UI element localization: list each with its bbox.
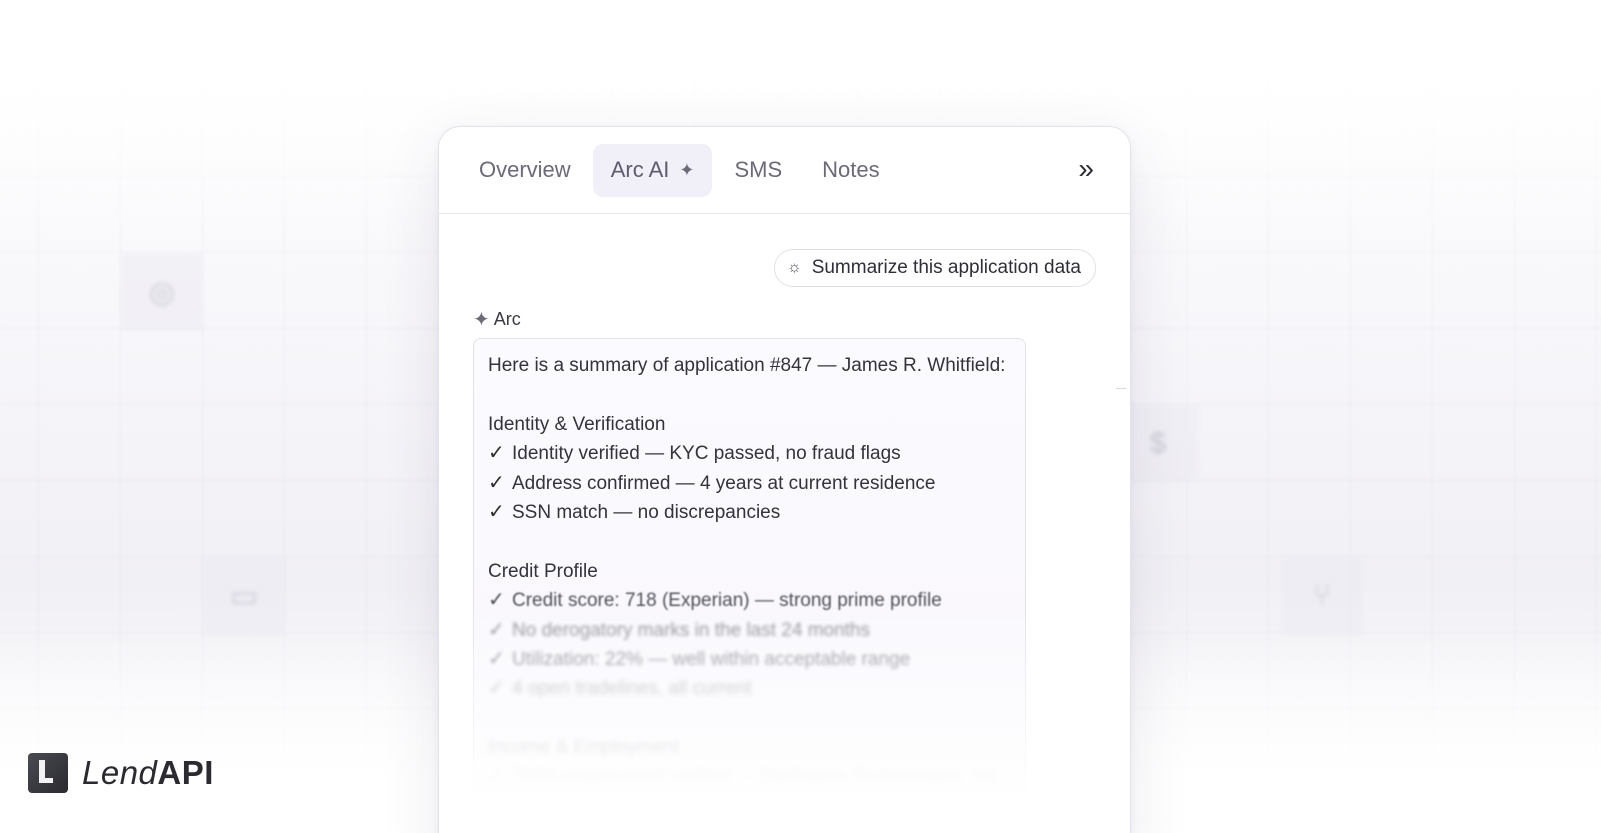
lightbulb-icon: ☼ [787,259,802,276]
list-item: ✓ Utilization: 22% — well within acceptab… [488,645,1011,674]
application-panel: Overview Arc AI ✦ SMS Notes » ☼ Summariz… [438,126,1131,833]
globe-icon: ◎ [122,254,202,330]
card-icon: ▭ [204,558,284,634]
section-heading: Identity & Verification [488,413,666,435]
list-item-text: Credit score: 718 (Experian) — strong pr… [512,590,942,612]
sparkle-icon: ✦ [679,159,695,180]
lendapi-logo: LendAPI [28,753,214,793]
assistant-name: Arc [493,309,521,329]
expand-panel-icon[interactable]: » [1078,155,1094,183]
check-icon: ✓ [488,442,505,465]
logo-mark-icon [28,753,68,793]
list-item: ✓ Identity verified — KYC passed, no frau… [488,439,1011,468]
tab-label: Notes [822,157,880,182]
logo-wordmark: LendAPI [82,754,214,792]
tab-label: SMS [734,157,783,182]
scroll-marker [1116,388,1126,389]
list-item: ✓ 4 open tradelines, all current [488,674,1011,703]
list-item-text: Utilization: 22% — well within acceptabl… [512,649,911,671]
list-item: ✓ TWN employment verified — Darlington Te… [488,763,1011,792]
section-heading: Income & Employment [488,737,680,759]
check-icon: ✓ [488,677,505,700]
prompt-chip-label: Summarize this application data [811,257,1081,278]
check-icon: ✓ [488,765,505,788]
assistant-message: Here is a summary of application #847 — … [473,338,1026,833]
check-icon: ✓ [488,648,505,671]
logo-text-api: API [157,754,214,791]
branch-icon: ⑂ [1282,558,1362,634]
check-icon: ✓ [488,471,505,494]
tab-label: Overview [479,157,571,182]
tab-notes[interactable]: Notes [804,144,897,197]
summarize-prompt-chip[interactable]: ☼ Summarize this application data [774,249,1096,287]
check-icon: ✓ [488,618,505,641]
list-item-text: No derogatory marks in the last 24 month… [512,619,871,641]
list-item-text: TWN employment verified — Darlington Tec… [512,766,1004,788]
list-item-text: SSN match — no discrepancies [512,502,781,524]
tab-arc-ai[interactable]: Arc AI ✦ [592,143,713,197]
assistant-author: ✦ Arc [473,307,521,332]
tab-bar: Overview Arc AI ✦ SMS Notes » [439,127,1130,214]
logo-text-lend: Lend [82,754,158,791]
section-heading: Credit Profile [488,560,598,582]
message-intro: Here is a summary of application #847 — … [488,355,1006,376]
list-item: ✓ No derogatory marks in the last 24 mont… [488,616,1011,645]
tab-overview[interactable]: Overview [461,144,589,197]
list-item: ✓ Credit score: 718 (Experian) — strong p… [488,586,1011,615]
list-item: ✓ Address confirmed — 4 years at current … [488,469,1011,498]
check-icon: ✓ [488,589,505,612]
list-item-text: 4 open tradelines, all current [512,678,752,700]
list-item: ✓ SSN match — no discrepancies [488,498,1011,527]
tab-label: Arc AI [610,157,670,182]
check-icon: ✓ [488,501,505,524]
list-item-text: Address confirmed — 4 years at current r… [512,472,936,494]
tab-sms[interactable]: SMS [716,144,800,197]
list-item-text: Identity verified — KYC passed, no fraud… [512,443,901,465]
sparkle-icon: ✦ [473,309,490,331]
